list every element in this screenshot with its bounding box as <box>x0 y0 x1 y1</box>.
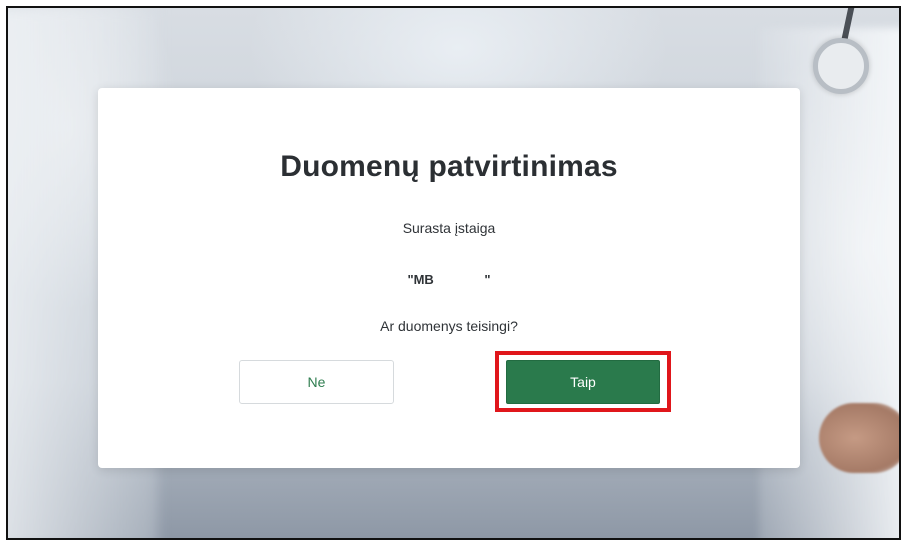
confirmation-question: Ar duomenys teisingi? <box>380 318 518 334</box>
dialog-title: Duomenų patvirtinimas <box>280 150 618 183</box>
institution-name: "MB " <box>407 272 491 287</box>
no-button[interactable]: Ne <box>239 360 394 404</box>
found-institution-label: Surasta įstaiga <box>402 220 496 236</box>
confirmation-dialog: Duomenų patvirtinimas Surasta įstaiga "M… <box>98 88 800 468</box>
yes-button[interactable]: Taip <box>506 360 660 404</box>
background-stethoscope-icon <box>813 38 869 94</box>
background-hand <box>819 403 899 473</box>
